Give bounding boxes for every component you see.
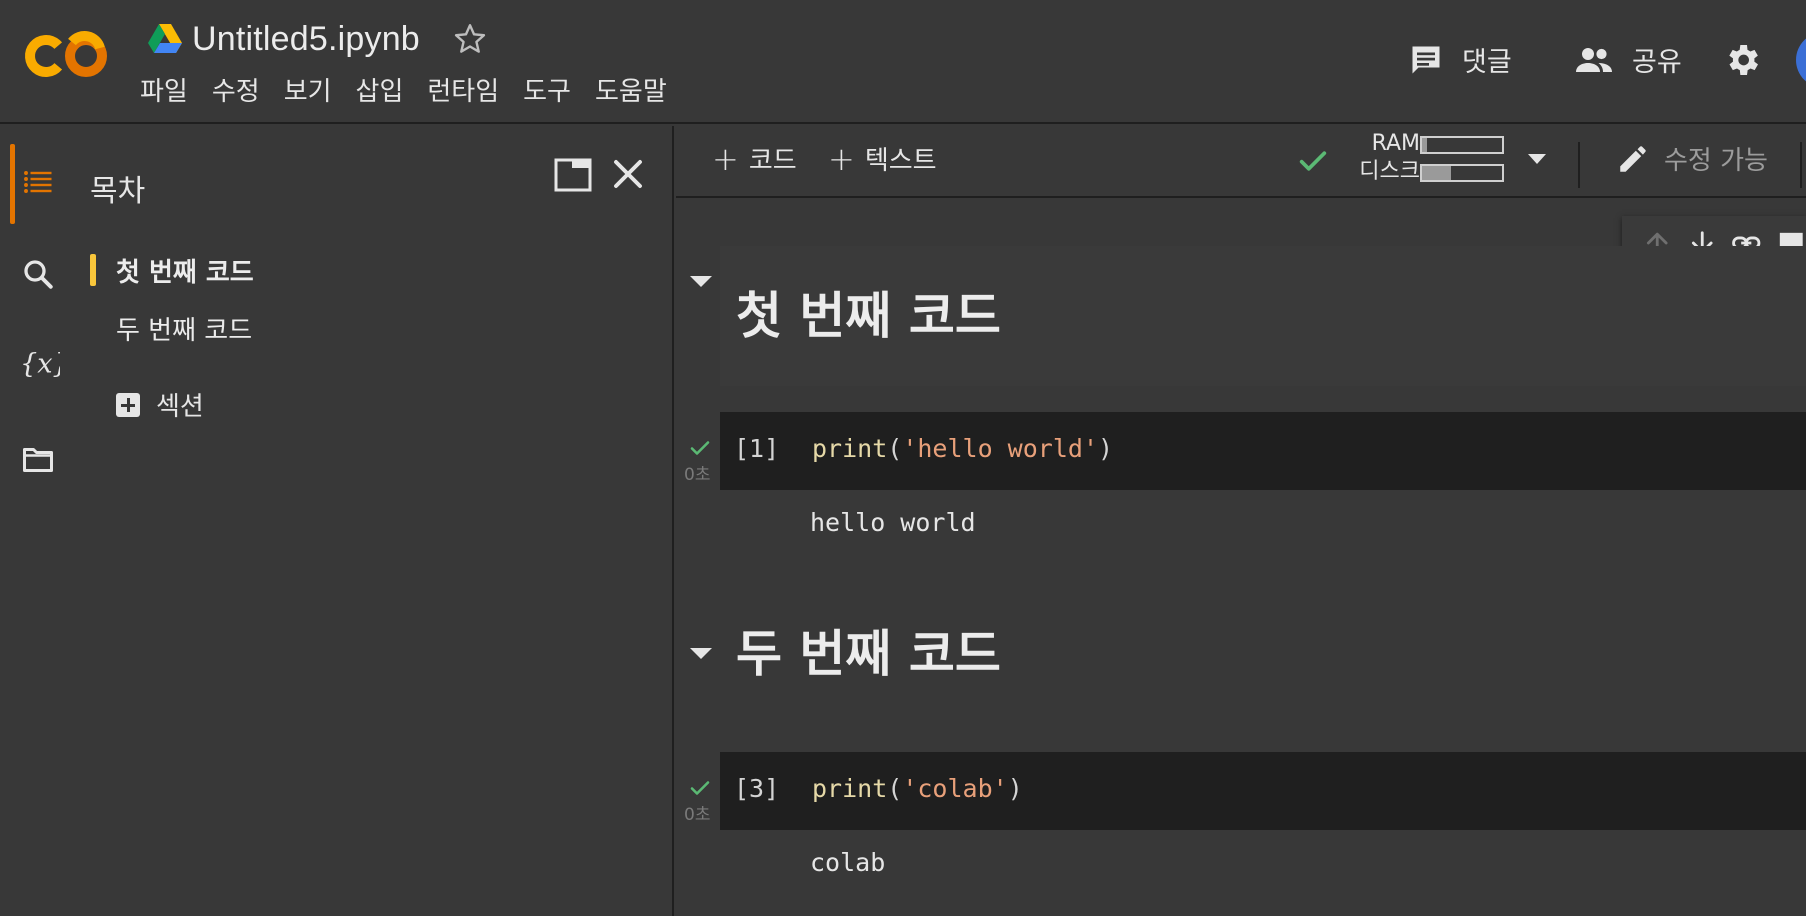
code-string: 'colab' xyxy=(902,774,1008,803)
code-editor-line[interactable]: print('colab') xyxy=(812,774,1023,803)
text-cell-section-2[interactable]: 두 번째 코드 xyxy=(720,596,1806,696)
search-icon[interactable] xyxy=(20,256,56,292)
toolbar-divider xyxy=(1800,142,1802,188)
execution-count[interactable]: [3] xyxy=(734,774,779,803)
section-heading-2: 두 번째 코드 xyxy=(736,625,1001,683)
add-section-button[interactable]: 섹션 xyxy=(116,386,204,423)
toolbar-divider xyxy=(1578,142,1580,188)
svg-text:{x}: {x} xyxy=(20,349,60,380)
add-code-button[interactable]: + 코드 xyxy=(712,140,797,177)
collapse-section-2-icon[interactable] xyxy=(690,648,712,659)
share-button[interactable]: 공유 xyxy=(1574,40,1694,79)
table-of-contents-icon[interactable] xyxy=(20,164,56,200)
disk-usage-bar[interactable] xyxy=(1420,164,1504,182)
folder-icon[interactable] xyxy=(20,442,56,478)
ram-label: RAM xyxy=(1371,131,1420,156)
execution-count[interactable]: [1] xyxy=(734,434,779,463)
run-success-check-icon xyxy=(690,441,710,455)
document-title[interactable]: Untitled5.ipynb xyxy=(192,20,420,59)
menu-tools[interactable]: 도구 xyxy=(511,72,583,112)
menu-file[interactable]: 파일 xyxy=(138,72,200,112)
code-paren-open: ( xyxy=(887,434,903,463)
settings-gear-icon[interactable] xyxy=(1722,40,1762,80)
code-function: print xyxy=(812,434,888,463)
add-text-label: 텍스트 xyxy=(864,146,937,176)
code-editor-line[interactable]: print('hello world') xyxy=(812,434,1113,463)
text-cell-section-1[interactable]: 첫 번째 코드 xyxy=(720,246,1806,386)
colab-logo[interactable] xyxy=(24,24,110,88)
add-code-label: 코드 xyxy=(748,146,797,176)
people-icon xyxy=(1576,47,1612,72)
comment-button[interactable]: 댓글 xyxy=(1408,40,1528,79)
variables-icon[interactable]: {x} xyxy=(20,346,60,382)
add-text-button[interactable]: + 텍스트 xyxy=(828,140,937,177)
code-function: print xyxy=(812,774,888,803)
cell-output: hello world xyxy=(810,508,976,537)
panel-title: 목차 xyxy=(90,174,146,209)
menu-view[interactable]: 보기 xyxy=(272,72,344,112)
disk-label: 디스크 xyxy=(1359,159,1420,184)
plus-icon: + xyxy=(712,139,739,178)
toc-item-first-code[interactable]: 첫 번째 코드 xyxy=(116,252,254,289)
code-paren-open: ( xyxy=(887,774,903,803)
account-avatar[interactable] xyxy=(1796,32,1806,88)
menu-runtime[interactable]: 런타임 xyxy=(415,72,511,112)
code-cell-1[interactable]: [1] print('hello world') xyxy=(720,412,1806,490)
toc-item-second-code[interactable]: 두 번째 코드 xyxy=(116,310,252,347)
menu-help[interactable]: 도움말 xyxy=(583,72,679,112)
resource-labels[interactable]: RAM 디스크 xyxy=(1340,130,1420,186)
notebook-toolbar: + 코드 + 텍스트 RAM 디스크 수정 가능 xyxy=(676,126,1806,198)
run-duration: 0초 xyxy=(684,805,711,825)
ram-usage-fill xyxy=(1422,138,1427,152)
edit-mode-button[interactable]: 수정 가능 xyxy=(1616,140,1768,177)
code-cell-2[interactable]: [3] print('colab') xyxy=(720,752,1806,830)
connected-check-icon xyxy=(1299,151,1327,171)
add-box-icon xyxy=(116,392,140,417)
run-success-check-icon xyxy=(690,781,710,795)
edit-mode-label: 수정 가능 xyxy=(1664,146,1768,176)
comment-icon xyxy=(1412,46,1440,73)
app-header: Untitled5.ipynb 파일 수정 보기 삽입 런타임 도구 도움말 댓… xyxy=(0,0,1806,124)
close-icon[interactable] xyxy=(610,156,646,192)
plus-icon: + xyxy=(828,139,855,178)
pencil-icon xyxy=(1620,145,1646,172)
rail-active-indicator xyxy=(10,144,15,224)
comment-label: 댓글 xyxy=(1462,47,1512,78)
toc-current-marker xyxy=(90,254,96,286)
star-icon[interactable] xyxy=(452,21,488,57)
code-paren-close: ) xyxy=(1007,774,1023,803)
menu-bar: 파일 수정 보기 삽입 런타임 도구 도움말 xyxy=(138,72,679,112)
menu-insert[interactable]: 삽입 xyxy=(344,72,416,112)
google-drive-icon xyxy=(148,24,182,53)
section-heading-1: 첫 번째 코드 xyxy=(736,287,1001,345)
side-rail: {x} xyxy=(0,126,76,916)
notebook-area: + 코드 + 텍스트 RAM 디스크 수정 가능 첫 번째 코드 0초 [1] … xyxy=(676,126,1806,916)
cell-output: colab xyxy=(810,848,886,877)
add-section-label: 섹션 xyxy=(156,392,204,422)
menu-edit[interactable]: 수정 xyxy=(200,72,272,112)
run-duration: 0초 xyxy=(684,465,711,485)
runtime-dropdown-arrow-icon[interactable] xyxy=(1528,154,1546,164)
table-of-contents-panel: 목차 첫 번째 코드 두 번째 코드 섹션 xyxy=(76,126,674,916)
open-in-tab-icon[interactable] xyxy=(554,158,592,192)
code-paren-close: ) xyxy=(1098,434,1114,463)
disk-usage-fill xyxy=(1422,166,1451,180)
collapse-section-1-icon[interactable] xyxy=(690,276,712,287)
share-label: 공유 xyxy=(1632,47,1682,78)
ram-usage-bar[interactable] xyxy=(1420,136,1504,154)
code-string: 'hello world' xyxy=(902,434,1098,463)
